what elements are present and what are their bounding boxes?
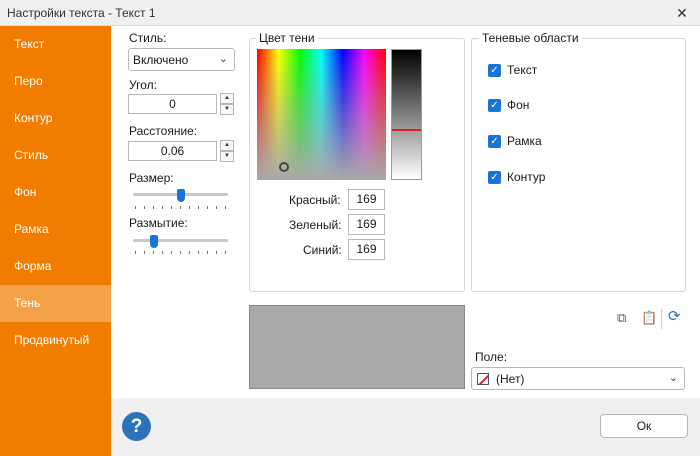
blue-label: Синий:: [303, 243, 342, 257]
sidebar-item-outline[interactable]: Контур: [0, 100, 111, 137]
green-input[interactable]: 169: [348, 214, 385, 235]
slider-tick: [144, 206, 145, 209]
window-title: Настройки текста - Текст 1: [7, 6, 156, 20]
slider-tick: [144, 251, 145, 254]
style-select[interactable]: Включено ⌄: [128, 48, 235, 71]
shadow-areas-group: [471, 38, 686, 292]
sidebar-item-frame[interactable]: Рамка: [0, 211, 111, 248]
slider-tick: [189, 206, 190, 209]
green-label: Зеленый:: [289, 218, 342, 232]
checkbox-text-label: Текст: [507, 63, 538, 77]
reset-icon[interactable]: ⟳: [668, 309, 681, 324]
slider-tick: [198, 251, 199, 254]
shadow-areas-title: Теневые области: [479, 31, 582, 45]
arrow-up-icon[interactable]: ▲: [220, 93, 234, 104]
chevron-down-icon: ⌄: [668, 372, 678, 384]
slider-tick: [225, 206, 226, 209]
toolbar-divider: [661, 309, 662, 329]
close-icon[interactable]: ✕: [670, 2, 694, 24]
distance-input[interactable]: 0.06: [128, 141, 217, 161]
blur-label: Размытие:: [129, 216, 188, 230]
slider-tick: [216, 251, 217, 254]
checkbox-outline-label: Контур: [507, 170, 546, 184]
blue-input[interactable]: 169: [348, 239, 385, 260]
blur-slider-track[interactable]: [133, 239, 228, 242]
slider-tick: [198, 206, 199, 209]
paste-icon[interactable]: 📋: [641, 311, 657, 325]
sidebar-item-background[interactable]: Фон: [0, 174, 111, 211]
distance-label: Расстояние:: [129, 124, 198, 138]
distance-stepper[interactable]: ▲ ▼: [220, 140, 234, 162]
ok-button[interactable]: Ок: [600, 414, 688, 438]
field-label: Поле:: [475, 350, 508, 364]
red-label: Красный:: [289, 193, 341, 207]
size-slider-ticks: [135, 206, 226, 210]
style-label: Стиль:: [129, 31, 167, 45]
slider-tick: [135, 251, 136, 254]
no-color-swatch-icon: [477, 373, 489, 385]
checkbox-outline[interactable]: ✓: [488, 171, 501, 184]
sidebar-item-text[interactable]: Текст: [0, 26, 111, 63]
brightness-marker[interactable]: [392, 129, 421, 131]
slider-tick: [162, 251, 163, 254]
angle-label: Угол:: [129, 78, 157, 92]
chevron-down-icon: ⌄: [218, 53, 228, 65]
title-bar: Настройки текста - Текст 1 ✕: [0, 0, 700, 26]
arrow-up-icon[interactable]: ▲: [220, 140, 234, 151]
slider-tick: [153, 206, 154, 209]
checkbox-background[interactable]: ✓: [488, 99, 501, 112]
field-select[interactable]: (Нет) ⌄: [471, 367, 685, 390]
angle-stepper[interactable]: ▲ ▼: [220, 93, 234, 115]
slider-tick: [153, 251, 154, 254]
help-button[interactable]: ?: [122, 412, 151, 441]
arrow-down-icon[interactable]: ▼: [220, 151, 234, 162]
slider-tick: [171, 206, 172, 209]
sidebar-item-pen[interactable]: Перо: [0, 63, 111, 100]
checkbox-text[interactable]: ✓: [488, 64, 501, 77]
shadow-preview: [249, 305, 465, 389]
style-select-value: Включено: [133, 53, 189, 67]
copy-icon[interactable]: ⧉: [617, 311, 626, 325]
red-input[interactable]: 169: [348, 189, 385, 210]
angle-input[interactable]: 0: [128, 94, 217, 114]
sidebar-item-shadow[interactable]: Тень: [0, 285, 111, 322]
slider-tick: [162, 206, 163, 209]
sidebar: Текст Перо Контур Стиль Фон Рамка Форма …: [0, 26, 111, 456]
arrow-down-icon[interactable]: ▼: [220, 104, 234, 115]
field-select-value: (Нет): [496, 372, 525, 386]
brightness-bar[interactable]: [391, 49, 422, 180]
shadow-color-title: Цвет тени: [256, 31, 318, 45]
slider-tick: [189, 251, 190, 254]
checkbox-frame[interactable]: ✓: [488, 135, 501, 148]
slider-tick: [180, 251, 181, 254]
size-slider-thumb[interactable]: [176, 189, 185, 202]
checkbox-frame-label: Рамка: [507, 134, 542, 148]
slider-tick: [135, 206, 136, 209]
slider-tick: [171, 251, 172, 254]
color-picker-cursor[interactable]: [279, 162, 289, 172]
sidebar-item-shape[interactable]: Форма: [0, 248, 111, 285]
checkbox-background-label: Фон: [507, 98, 530, 112]
sidebar-item-style[interactable]: Стиль: [0, 137, 111, 174]
slider-tick: [207, 206, 208, 209]
slider-tick: [207, 251, 208, 254]
sidebar-item-advanced[interactable]: Продвинутый: [0, 322, 111, 359]
blur-slider-ticks: [135, 251, 226, 255]
blur-slider-thumb[interactable]: [150, 235, 159, 248]
slider-tick: [180, 206, 181, 209]
size-label: Размер:: [129, 171, 174, 185]
slider-tick: [225, 251, 226, 254]
color-spectrum[interactable]: [257, 49, 386, 180]
slider-tick: [216, 206, 217, 209]
